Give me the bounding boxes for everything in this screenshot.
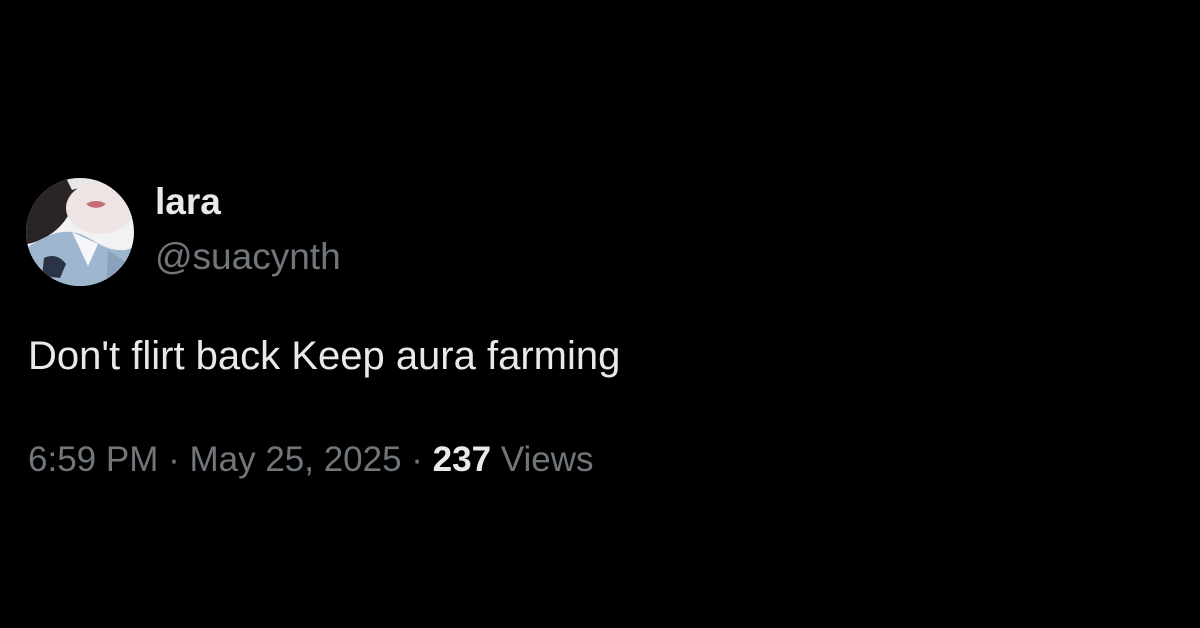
display-name[interactable]: lara (155, 182, 341, 222)
separator: · (158, 440, 190, 479)
tweet-text: Don't flirt back Keep aura farming (28, 334, 621, 378)
tweet-card: lara @suacynth Don't flirt back Keep aur… (0, 0, 1200, 628)
views-label: Views (500, 440, 594, 479)
separator: · (401, 440, 433, 479)
profile-photo-icon (26, 178, 134, 286)
tweet-metadata: 6:59 PM · May 25, 2025 · 237 Views (28, 438, 594, 482)
post-time[interactable]: 6:59 PM (28, 440, 158, 479)
tweet-header: lara @suacynth (26, 178, 341, 286)
user-names: lara @suacynth (155, 178, 341, 286)
view-count: 237 (432, 440, 492, 479)
user-handle[interactable]: @suacynth (155, 236, 341, 278)
post-date[interactable]: May 25, 2025 (189, 440, 401, 479)
avatar[interactable] (26, 178, 134, 286)
